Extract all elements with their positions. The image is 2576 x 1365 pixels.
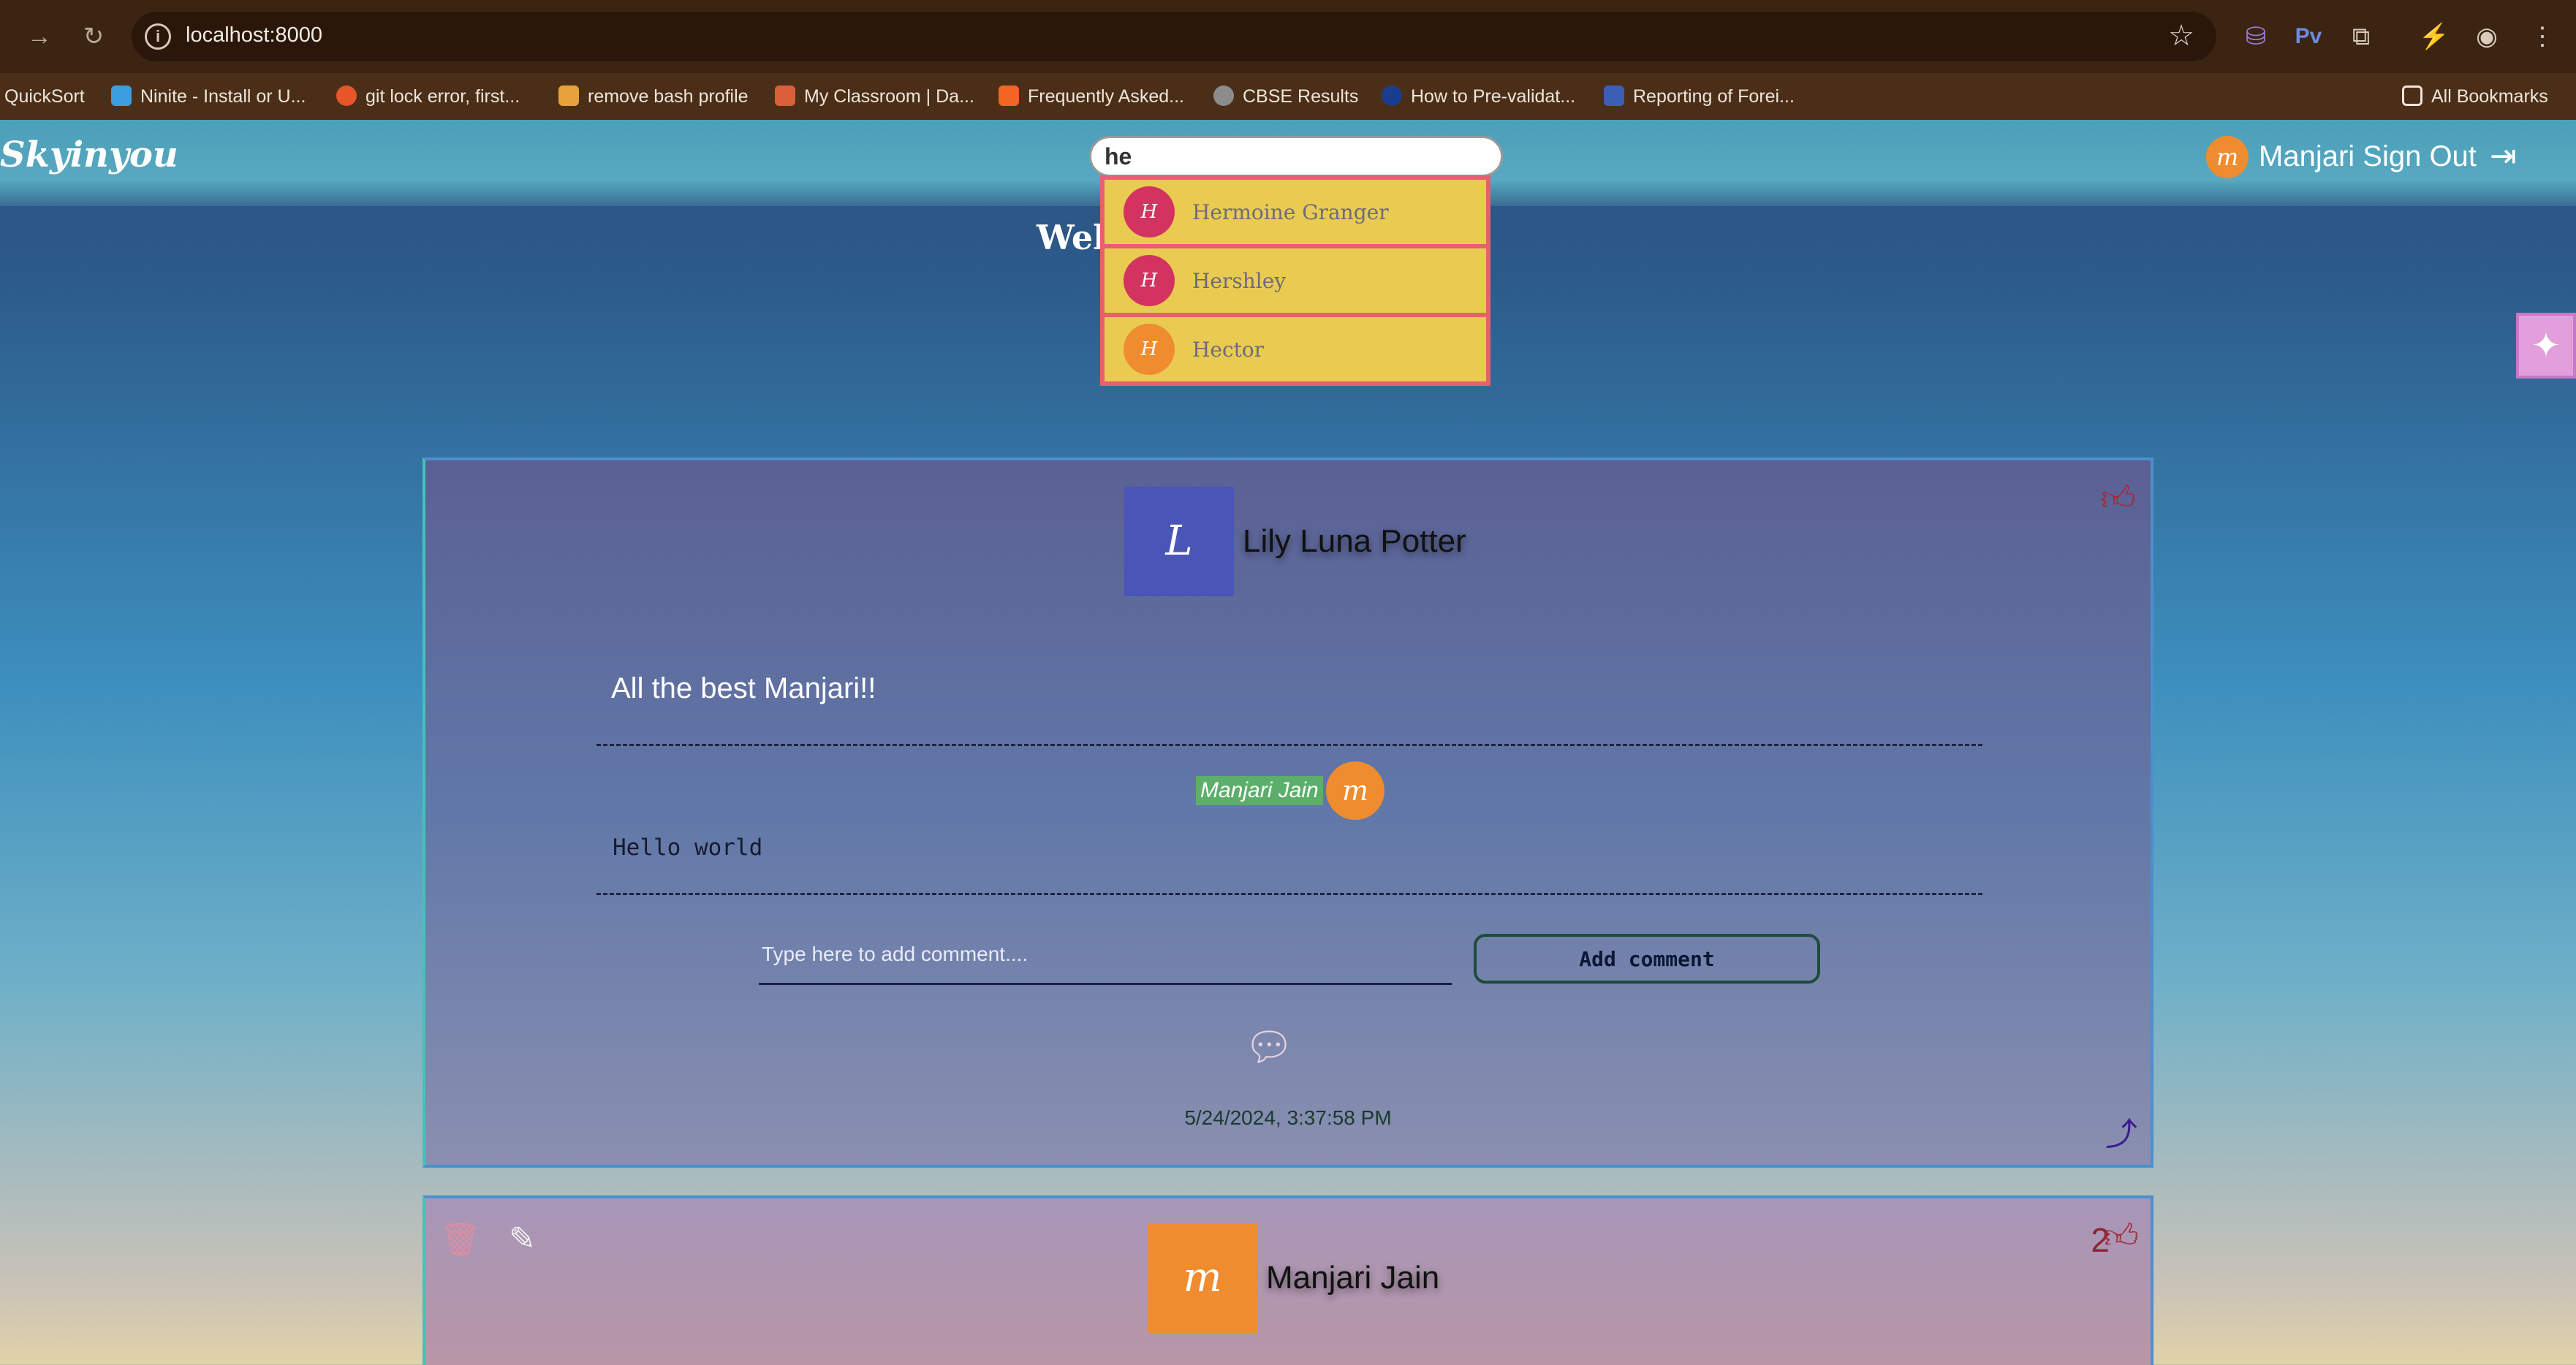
bookmark-item[interactable]: Frequently Asked...	[999, 83, 1184, 110]
author-name[interactable]: Lily Luna Potter	[1243, 523, 1466, 560]
bookmark-star-icon[interactable]: ☆	[2168, 19, 2194, 53]
jedi-badge-icon[interactable]: ✦	[2516, 313, 2576, 379]
forward-icon[interactable]: →	[22, 19, 57, 54]
people-icon	[1604, 85, 1624, 107]
thumbs-up-icon[interactable]: 👍︎	[2101, 478, 2136, 519]
bookmark-item[interactable]: How to Pre-validat...	[1382, 83, 1575, 110]
add-comment-button[interactable]: Add comment	[1474, 934, 1820, 984]
suggestion-name: Hector	[1192, 338, 1265, 362]
suggestion-item[interactable]: H Hershley	[1105, 248, 1486, 313]
avatar: m	[1326, 761, 1384, 820]
share-icon[interactable]: ⤴	[2105, 1108, 2137, 1155]
reload-icon[interactable]: ↻	[76, 19, 111, 54]
bookmark-item[interactable]: QuickSort	[4, 83, 85, 110]
comment-text: Hello world	[613, 834, 763, 861]
bookmarks-bar: QuickSort Ninite - Install or U... git l…	[0, 73, 2576, 120]
avatar: H	[1124, 255, 1175, 306]
search-suggestions: H Hermoine Granger H Hershley H Hector	[1100, 175, 1490, 386]
avatar: m	[2206, 136, 2249, 178]
post-text: All the best Manjari!!	[611, 672, 876, 704]
post-timestamp: 5/24/2024, 3:37:58 PM	[1184, 1106, 1392, 1129]
comment-author[interactable]: Manjari Jain	[1196, 776, 1323, 805]
author-name[interactable]: Manjari Jain	[1266, 1260, 1439, 1296]
bookmark-item[interactable]: Reporting of Forei...	[1604, 83, 1795, 110]
stackoverflow-icon	[558, 85, 579, 107]
author-avatar[interactable]: m	[1148, 1223, 1257, 1333]
bookmark-item[interactable]: Ninite - Install or U...	[111, 83, 306, 110]
comments-icon[interactable]: 💬︎	[1244, 1024, 1295, 1071]
suggestion-name: Hershley	[1192, 269, 1287, 293]
bookmark-item[interactable]: CBSE Results	[1213, 83, 1358, 110]
puzzle-icon[interactable]: ⧉	[2342, 18, 2380, 56]
pv-extension-icon[interactable]: Pv	[2289, 18, 2327, 56]
avatar: H	[1124, 186, 1175, 237]
suggestion-item[interactable]: H Hermoine Granger	[1105, 180, 1486, 244]
ask-icon	[336, 85, 357, 107]
globe-icon	[1213, 85, 1234, 107]
trash-icon[interactable]: 🗑︎	[440, 1220, 481, 1258]
windows-icon	[111, 85, 132, 107]
edit-brush-icon[interactable]: ✎	[509, 1220, 536, 1258]
post-card: L Lily Luna Potter 👍︎ All the best Manja…	[423, 457, 2153, 1168]
performance-icon[interactable]: ⚡	[2415, 18, 2453, 56]
post-card: 🗑︎ ✎ m Manjari Jain 2 👍︎	[423, 1195, 2153, 1365]
classroom-icon	[775, 85, 795, 107]
cbic-icon	[1382, 85, 1402, 107]
welcome-heading: Wel	[1037, 218, 1106, 257]
thumbs-up-icon[interactable]: 👍︎	[2104, 1216, 2139, 1257]
avatar: H	[1124, 324, 1175, 375]
folder-icon	[2402, 85, 2422, 107]
menu-icon[interactable]: ⋮	[2523, 18, 2561, 56]
address-bar[interactable]: i localhost:8000 ☆	[132, 12, 2216, 61]
author-avatar[interactable]: L	[1124, 487, 1234, 596]
sign-out-icon[interactable]: ⇥	[2490, 137, 2517, 175]
app-logo[interactable]: Skyinyou	[0, 134, 178, 175]
suggestion-name: Hermoine Granger	[1192, 200, 1389, 224]
sign-out-link[interactable]: Manjari Sign Out	[2259, 140, 2477, 173]
divider	[596, 744, 1982, 746]
bookmark-item[interactable]: git lock error, first...	[336, 83, 520, 110]
browser-toolbar: → ↻ i localhost:8000 ☆ ⛁ Pv ⧉ ⚡ ◉ ⋮	[0, 0, 2576, 73]
suggestion-item[interactable]: H Hector	[1105, 317, 1486, 381]
profile-icon[interactable]: ◉	[2468, 18, 2506, 56]
bookmark-item[interactable]: My Classroom | Da...	[775, 83, 974, 110]
ycombinator-icon	[999, 85, 1019, 107]
all-bookmarks[interactable]: All Bookmarks	[2402, 83, 2548, 110]
divider	[596, 893, 1982, 895]
comment-input[interactable]	[759, 925, 1452, 985]
site-info-icon[interactable]: i	[145, 23, 171, 50]
bookmark-item[interactable]: remove bash profile	[558, 83, 749, 110]
extension-icon[interactable]: ⛁	[2237, 18, 2275, 56]
url-text: localhost:8000	[186, 23, 323, 47]
search-input[interactable]	[1089, 136, 1503, 177]
